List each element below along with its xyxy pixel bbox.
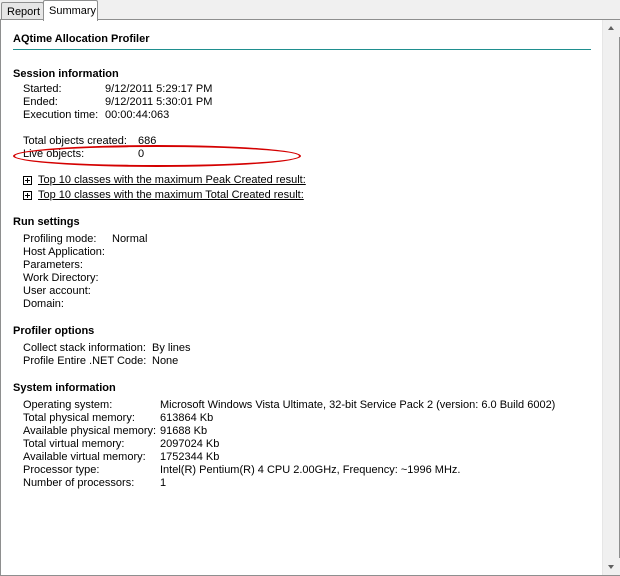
parameters-label: Parameters: [23,259,83,271]
domain-label: Domain: [23,298,64,310]
title-rule [13,49,591,50]
total-virtual-memory-label: Total virtual memory: [23,438,125,450]
summary-panel: AQtime Allocation Profiler Session infor… [0,20,620,576]
profiling-mode-value: Normal [112,233,148,245]
ended-value: 9/12/2011 5:30:01 PM [105,96,213,108]
vertical-scrollbar[interactable] [602,20,620,575]
profile-net-label: Profile Entire .NET Code: [23,355,147,367]
peak-created-link[interactable]: Top 10 classes with the maximum Peak Cre… [38,174,306,187]
summary-content: AQtime Allocation Profiler Session infor… [1,20,602,575]
available-virtual-memory-value: 1752344 Kb [160,451,220,463]
execution-label: Execution time: [23,109,99,121]
profile-net-value: None [152,355,179,367]
tab-report[interactable]: Report [1,2,44,20]
user-account-label: User account: [23,285,91,297]
ended-label: Ended: [23,96,58,108]
session-heading: Session information [13,68,119,80]
available-physical-memory-value: 91688 Kb [160,425,208,437]
started-value: 9/12/2011 5:29:17 PM [105,83,213,95]
total-created-link[interactable]: Top 10 classes with the maximum Total Cr… [38,189,304,202]
available-virtual-memory-label: Available virtual memory: [23,451,146,463]
total-physical-memory-label: Total physical memory: [23,412,135,424]
system-info-heading: System information [13,382,116,394]
collect-stack-label: Collect stack information: [23,342,146,354]
work-directory-label: Work Directory: [23,272,99,284]
expand-plus-icon[interactable] [23,176,32,185]
profiling-mode-label: Profiling mode: [23,233,97,245]
total-virtual-memory-value: 2097024 Kb [160,438,220,450]
started-label: Started: [23,83,62,95]
os-value: Microsoft Windows Vista Ultimate, 32-bit… [160,399,556,411]
processor-type-label: Processor type: [23,464,100,476]
report-title: AQtime Allocation Profiler [13,33,150,45]
highlight-ellipse [13,145,301,167]
expand-plus-icon[interactable] [23,191,32,200]
tab-bar: Report Summary [0,0,620,21]
scroll-down-button[interactable] [603,558,620,575]
scroll-up-button[interactable] [603,20,620,37]
collect-stack-value: By lines [152,342,191,354]
run-settings-heading: Run settings [13,216,80,228]
available-physical-memory-label: Available physical memory: [23,425,157,437]
total-physical-memory-value: 613864 Kb [160,412,214,424]
processor-count-value: 1 [160,477,167,489]
profiler-options-heading: Profiler options [13,325,95,337]
processor-type-value: Intel(R) Pentium(R) 4 CPU 2.00GHz, Frequ… [160,464,461,476]
arrow-down-icon [608,565,614,569]
execution-value: 00:00:44:063 [105,109,170,121]
os-label: Operating system: [23,399,113,411]
host-application-label: Host Application: [23,246,105,258]
processor-count-label: Number of processors: [23,477,135,489]
tab-summary[interactable]: Summary [43,0,98,21]
arrow-up-icon [608,26,614,30]
